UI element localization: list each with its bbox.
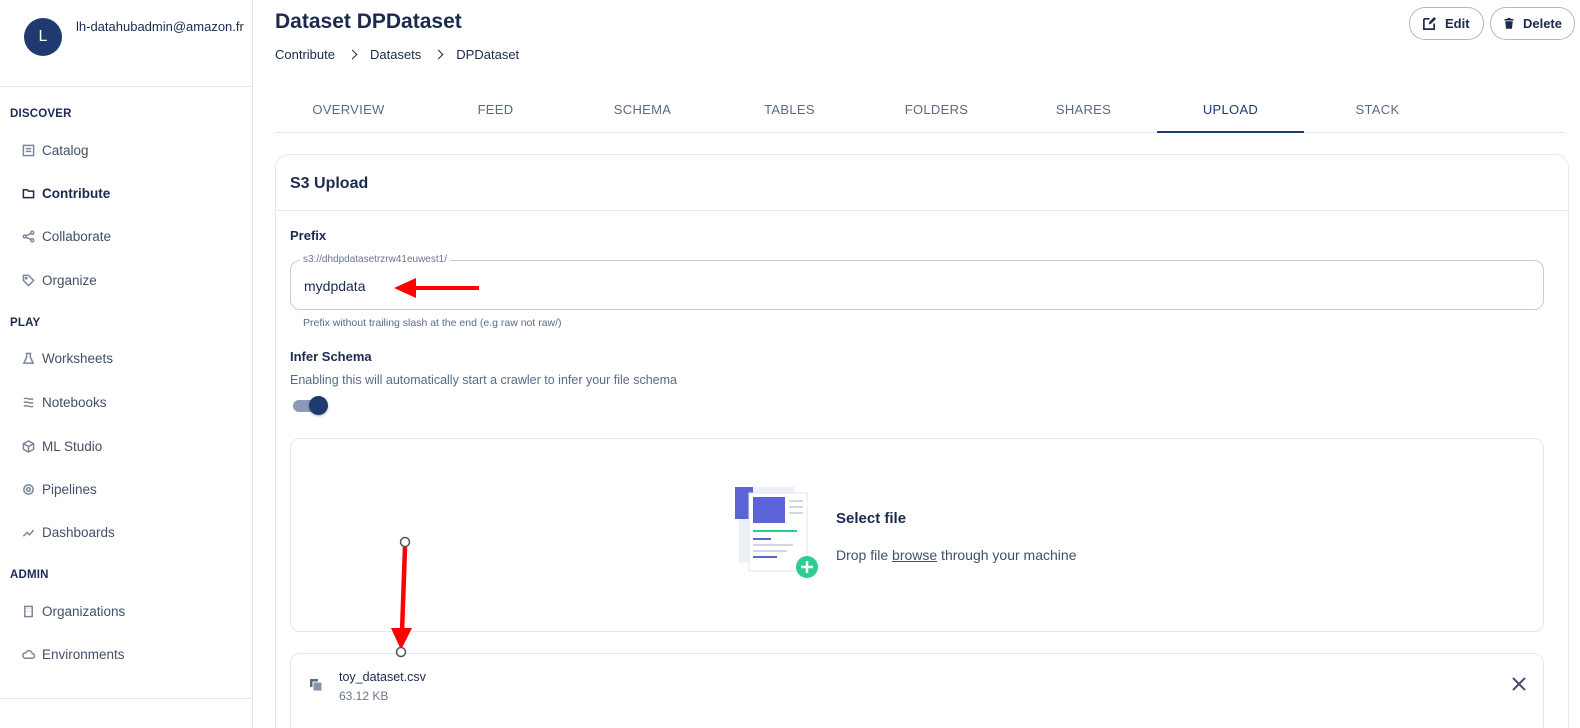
sidebar-item-label: Organizations: [42, 603, 126, 619]
sidebar-item-ml-studio[interactable]: ML Studio: [21, 434, 102, 458]
folder-icon: [21, 186, 35, 200]
tab-overview[interactable]: OVERVIEW: [275, 92, 422, 133]
sidebar-item-label: Pipelines: [42, 481, 97, 497]
gear-icon: [21, 482, 35, 496]
page-title: Dataset DPDataset: [275, 10, 462, 33]
sidebar-item-collaborate[interactable]: Collaborate: [21, 224, 111, 248]
tab-upload[interactable]: UPLOAD: [1157, 92, 1304, 133]
prefix-value[interactable]: mydpdata: [304, 278, 365, 294]
tab-stack[interactable]: STACK: [1304, 92, 1451, 133]
dropzone-text: Drop file browse through your machine: [836, 547, 1076, 563]
dropzone-title: Select file: [836, 510, 907, 527]
s3-upload-card: S3 Upload Prefix s3://dhdpdatasetrzrw41e…: [275, 154, 1569, 728]
sidebar-divider: [0, 698, 252, 699]
flask-icon: [21, 351, 35, 365]
sidebar-item-label: Organize: [42, 272, 97, 288]
tab-tables[interactable]: TABLES: [716, 92, 863, 133]
sidebar-item-label: Worksheets: [42, 350, 114, 366]
infer-schema-label: Infer Schema: [290, 349, 372, 364]
file-copy-icon: [310, 679, 323, 692]
sidebar-item-notebooks[interactable]: Notebooks: [21, 390, 107, 414]
card-header: S3 Upload: [276, 155, 1568, 211]
infer-schema-description: Enabling this will automatically start a…: [290, 373, 677, 387]
toggle-knob: [309, 396, 328, 415]
sidebar-item-label: Notebooks: [42, 394, 107, 410]
infer-schema-toggle[interactable]: [293, 395, 329, 417]
edit-button[interactable]: Edit: [1409, 7, 1484, 40]
catalog-icon: [21, 143, 35, 157]
sidebar-item-pipelines[interactable]: Pipelines: [21, 477, 97, 501]
card-title: S3 Upload: [290, 175, 369, 192]
browse-link[interactable]: browse: [892, 547, 937, 563]
user-profile[interactable]: L lh-datahubadmin@amazon.fr: [0, 0, 252, 87]
prefix-s3-path: s3://dhdpdatasetrzrw41euwest1/: [300, 254, 450, 265]
edit-label: Edit: [1445, 16, 1470, 31]
upload-illustration-icon: [735, 487, 818, 578]
dropzone-text-after: through your machine: [937, 547, 1077, 563]
building-icon: [21, 604, 35, 618]
cube-icon: [21, 439, 35, 453]
cloud-icon: [21, 647, 35, 661]
user-email: lh-datahubadmin@amazon.fr: [76, 19, 244, 34]
tab-bar: OVERVIEW FEED SCHEMA TABLES FOLDERS SHAR…: [275, 92, 1565, 133]
breadcrumb-current: DPDataset: [456, 47, 520, 62]
prefix-input[interactable]: s3://dhdpdatasetrzrw41euwest1/ mydpdata: [290, 254, 1544, 310]
dropzone-text-before: Drop file: [836, 547, 893, 563]
section-play: PLAY: [10, 317, 41, 329]
sidebar-item-label: Collaborate: [42, 228, 112, 244]
breadcrumb-datasets[interactable]: Datasets: [370, 47, 421, 62]
share-icon: [21, 229, 35, 243]
prefix-helper-text: Prefix without trailing slash at the end…: [303, 317, 562, 329]
breadcrumb-contribute[interactable]: Contribute: [275, 47, 335, 62]
section-admin: ADMIN: [10, 569, 49, 581]
prefix-label: Prefix: [290, 228, 327, 243]
chevron-right-icon: [347, 49, 358, 59]
sidebar-item-dashboards[interactable]: Dashboards: [21, 520, 115, 544]
avatar[interactable]: L: [24, 18, 62, 56]
file-size: 63.12 KB: [339, 689, 389, 703]
sidebar-item-organize[interactable]: Organize: [21, 268, 97, 292]
trend-icon: [21, 525, 35, 539]
sidebar-item-worksheets[interactable]: Worksheets: [21, 346, 113, 370]
sidebar-item-label: Dashboards: [42, 524, 115, 540]
chevron-right-icon: [433, 49, 444, 59]
sidebar: L lh-datahubadmin@amazon.fr DISCOVER Cat…: [0, 0, 253, 728]
edit-icon: [1423, 16, 1437, 30]
sidebar-item-contribute[interactable]: Contribute: [21, 181, 110, 205]
breadcrumb: Contribute Datasets DPDataset: [275, 47, 519, 62]
sidebar-item-environments[interactable]: Environments: [21, 642, 125, 666]
tab-feed[interactable]: FEED: [422, 92, 569, 133]
file-name: toy_dataset.csv: [339, 670, 426, 684]
tab-folders[interactable]: FOLDERS: [863, 92, 1010, 133]
delete-label: Delete: [1522, 16, 1562, 31]
delete-button[interactable]: Delete: [1490, 7, 1575, 40]
sidebar-item-label: Contribute: [42, 185, 111, 201]
sidebar-item-label: Catalog: [42, 142, 89, 158]
sidebar-item-label: Environments: [42, 646, 125, 662]
sidebar-item-label: ML Studio: [42, 438, 103, 454]
tab-shares[interactable]: SHARES: [1010, 92, 1157, 133]
file-item: toy_dataset.csv 63.12 KB: [290, 653, 1544, 728]
trash-icon: [1504, 17, 1514, 29]
notebook-icon: [21, 395, 35, 409]
section-discover: DISCOVER: [10, 108, 72, 120]
file-dropzone[interactable]: Select file Drop file browse through you…: [290, 438, 1544, 632]
tag-icon: [21, 273, 35, 287]
sidebar-item-catalog[interactable]: Catalog: [21, 138, 89, 162]
close-icon[interactable]: [1511, 676, 1527, 692]
sidebar-item-organizations[interactable]: Organizations: [21, 599, 125, 623]
tab-schema[interactable]: SCHEMA: [569, 92, 716, 133]
